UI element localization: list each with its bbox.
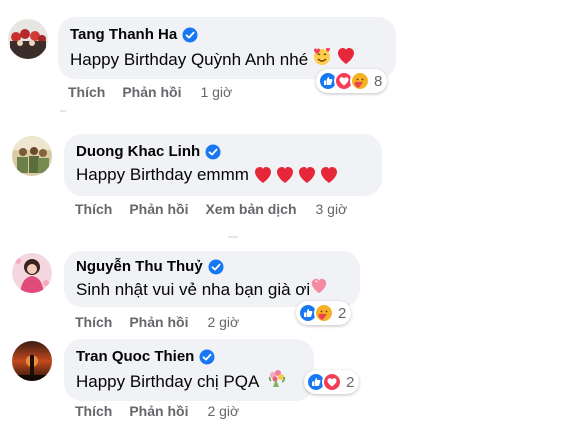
- reaction-count: 2: [338, 304, 347, 322]
- reply-button[interactable]: Phản hồi: [129, 314, 188, 330]
- comment-actions: Thích Phản hồi 2 giờ: [75, 314, 239, 330]
- comment-actions: Thích Phản hồi Xem bản dịch 3 giờ: [75, 201, 347, 217]
- reaction-summary[interactable]: 2: [296, 301, 352, 325]
- reply-button[interactable]: Phản hồi: [129, 403, 188, 419]
- reaction-count: 2: [346, 373, 355, 391]
- comment-time[interactable]: 3 giờ: [316, 201, 348, 217]
- comment-author[interactable]: Tran Quoc Thien: [76, 347, 194, 366]
- red-hearts-emoji: [253, 165, 339, 185]
- reaction-count: 8: [374, 72, 383, 90]
- separator-line: [60, 110, 66, 112]
- reply-button[interactable]: Phản hồi: [122, 84, 181, 100]
- avatar[interactable]: [12, 341, 52, 381]
- comment-text: Happy Birthday emmm: [76, 165, 249, 184]
- comment-time[interactable]: 2 giờ: [207, 403, 239, 419]
- reaction-summary[interactable]: 8: [316, 69, 388, 93]
- care-reaction-icon: [314, 303, 334, 323]
- like-button[interactable]: Thích: [75, 403, 112, 419]
- separator-line: [228, 236, 238, 238]
- verified-badge-icon: [205, 144, 221, 160]
- verified-badge-icon: [199, 349, 215, 365]
- comment-time[interactable]: 2 giờ: [207, 314, 239, 330]
- care-reaction-icon: [350, 71, 370, 91]
- comment-bubble: Nguyễn Thu Thuỷ Sinh nhật vui vẻ nha bạn…: [64, 251, 360, 307]
- reply-button[interactable]: Phản hồi: [129, 201, 188, 217]
- comment-text: Happy Birthday Quỳnh Anh nhé: [70, 49, 309, 69]
- like-button[interactable]: Thích: [75, 201, 112, 217]
- avatar[interactable]: [8, 19, 48, 59]
- comment-bubble: Duong Khac Linh Happy Birthday emmm: [64, 134, 382, 196]
- verified-badge-icon: [208, 259, 224, 275]
- reaction-summary[interactable]: 2: [304, 370, 360, 394]
- pink-heart-emoji: [310, 277, 328, 302]
- comment-bubble: Tran Quoc Thien Happy Birthday chị PQA: [64, 339, 314, 401]
- verified-badge-icon: [182, 27, 198, 43]
- comment-author[interactable]: Duong Khac Linh: [76, 142, 200, 161]
- comment-text: Sinh nhật vui vẻ nha bạn già ơi: [76, 279, 311, 299]
- see-translation-button[interactable]: Xem bản dịch: [205, 201, 296, 217]
- avatar[interactable]: [12, 136, 52, 176]
- comment-text: Happy Birthday chị PQA: [76, 371, 260, 391]
- love-reaction-icon: [322, 372, 342, 392]
- comment-time[interactable]: 1 giờ: [200, 84, 232, 100]
- comment-actions: Thích Phản hồi 2 giờ: [75, 403, 239, 419]
- comment-author[interactable]: Tang Thanh Ha: [70, 25, 177, 44]
- like-button[interactable]: Thích: [68, 84, 105, 100]
- avatar[interactable]: [12, 253, 52, 293]
- comment-author[interactable]: Nguyễn Thu Thuỷ: [76, 257, 203, 276]
- comment-actions: Thích Phản hồi 1 giờ: [68, 84, 232, 100]
- bouquet-emoji: [267, 368, 287, 395]
- like-button[interactable]: Thích: [75, 314, 112, 330]
